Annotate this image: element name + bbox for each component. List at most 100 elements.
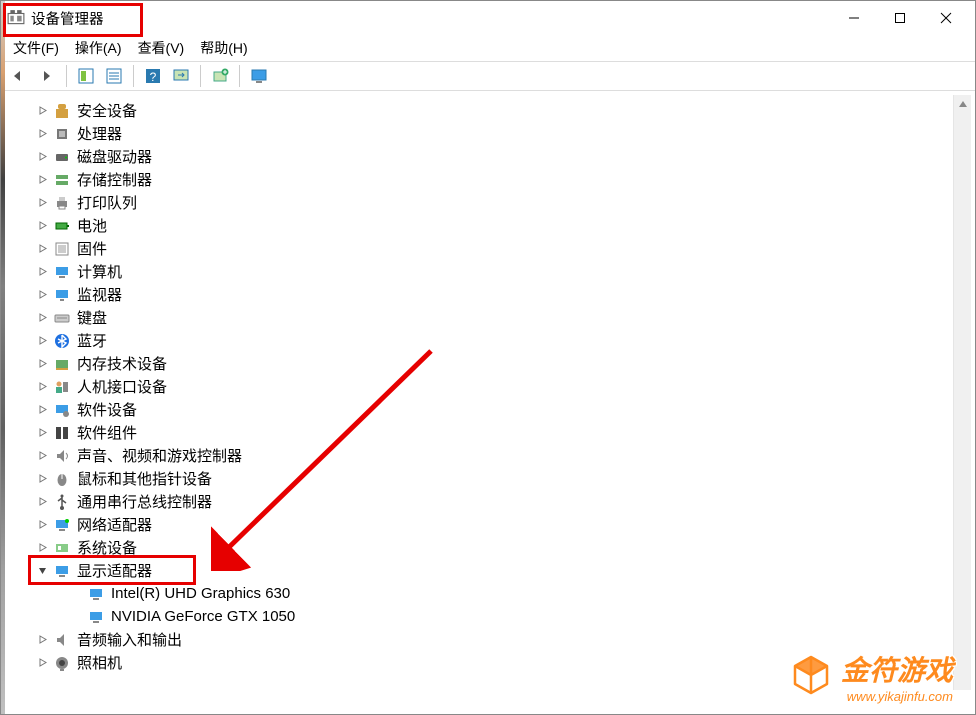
component-icon [53, 424, 71, 442]
menubar: 文件(F) 操作(A) 查看(V) 帮助(H) [1, 35, 975, 61]
toolbar-forward[interactable] [35, 64, 59, 88]
tree-node-label: 音频输入和输出 [77, 629, 182, 650]
security-icon [53, 102, 71, 120]
menu-help[interactable]: 帮助(H) [194, 36, 253, 60]
chevron-down-icon[interactable] [35, 564, 49, 578]
chevron-right-icon[interactable] [35, 219, 49, 233]
chevron-right-icon[interactable] [35, 173, 49, 187]
tree-node[interactable]: 键盘 [5, 306, 971, 329]
chevron-right-icon[interactable] [35, 541, 49, 555]
hid-icon [53, 378, 71, 396]
tree-node[interactable]: 电池 [5, 214, 971, 237]
printer-icon [53, 194, 71, 212]
toolbar-properties[interactable] [102, 64, 126, 88]
menu-action[interactable]: 操作(A) [69, 36, 128, 60]
vertical-scrollbar[interactable] [953, 95, 971, 690]
tree-node[interactable]: 鼠标和其他指针设备 [5, 467, 971, 490]
camera-icon [53, 654, 71, 672]
tree-node[interactable]: 软件组件 [5, 421, 971, 444]
tree-node[interactable]: NVIDIA GeForce GTX 1050 [5, 605, 971, 628]
tree-node[interactable]: Intel(R) UHD Graphics 630 [5, 582, 971, 605]
tree-node[interactable]: 固件 [5, 237, 971, 260]
tree-node-label: 监视器 [77, 284, 122, 305]
memory-icon [53, 355, 71, 373]
chevron-right-icon[interactable] [35, 380, 49, 394]
display-icon [53, 562, 71, 580]
tree-node-label: 电池 [77, 215, 107, 236]
toolbar-separator [133, 65, 134, 87]
tree-node-label: 照相机 [77, 652, 122, 673]
tree-node[interactable]: 存储控制器 [5, 168, 971, 191]
tree-node[interactable]: 软件设备 [5, 398, 971, 421]
chevron-right-icon[interactable] [35, 403, 49, 417]
tree-node[interactable]: 打印队列 [5, 191, 971, 214]
tree-node[interactable]: 人机接口设备 [5, 375, 971, 398]
chevron-right-icon[interactable] [35, 472, 49, 486]
chevron-right-icon[interactable] [35, 127, 49, 141]
toolbar-scan[interactable] [169, 64, 193, 88]
tree-node-label: 蓝牙 [77, 330, 107, 351]
tree-node-label: 软件组件 [77, 422, 137, 443]
close-button[interactable] [923, 2, 969, 34]
tree-node[interactable]: 蓝牙 [5, 329, 971, 352]
chevron-right-icon[interactable] [35, 357, 49, 371]
tree-node[interactable]: 监视器 [5, 283, 971, 306]
scroll-up-icon[interactable] [954, 95, 972, 113]
maximize-button[interactable] [877, 2, 923, 34]
device-tree[interactable]: 安全设备处理器磁盘驱动器存储控制器打印队列电池固件计算机监视器键盘蓝牙内存技术设… [5, 95, 971, 704]
cpu-icon [53, 125, 71, 143]
toolbar-separator [66, 65, 67, 87]
chevron-right-icon[interactable] [35, 426, 49, 440]
chevron-right-icon[interactable] [35, 196, 49, 210]
tree-node[interactable]: 内存技术设备 [5, 352, 971, 375]
tree-node-label: 键盘 [77, 307, 107, 328]
tree-node[interactable]: 照相机 [5, 651, 971, 674]
svg-text:?: ? [150, 70, 157, 84]
tree-node[interactable]: 音频输入和输出 [5, 628, 971, 651]
tree-node-label: 安全设备 [77, 100, 137, 121]
tree-node-label: Intel(R) UHD Graphics 630 [111, 585, 290, 602]
tree-node-label: 存储控制器 [77, 169, 152, 190]
usb-icon [53, 493, 71, 511]
mouse-icon [53, 470, 71, 488]
chevron-right-icon[interactable] [35, 265, 49, 279]
tree-node[interactable]: 磁盘驱动器 [5, 145, 971, 168]
sound-icon [53, 447, 71, 465]
toolbar-show-hide-tree[interactable] [74, 64, 98, 88]
tree-node[interactable]: 计算机 [5, 260, 971, 283]
tree-node-label: 磁盘驱动器 [77, 146, 152, 167]
chevron-right-icon[interactable] [35, 288, 49, 302]
tree-node[interactable]: 声音、视频和游戏控制器 [5, 444, 971, 467]
chevron-right-icon[interactable] [35, 104, 49, 118]
chevron-right-icon[interactable] [35, 518, 49, 532]
toolbar-back[interactable] [7, 64, 31, 88]
software-icon [53, 401, 71, 419]
menu-file[interactable]: 文件(F) [7, 36, 65, 60]
disk-icon [53, 148, 71, 166]
chevron-right-icon[interactable] [35, 495, 49, 509]
chevron-right-icon[interactable] [35, 633, 49, 647]
network-icon [53, 516, 71, 534]
chevron-right-icon[interactable] [35, 449, 49, 463]
toolbar-separator [200, 65, 201, 87]
tree-node-label: 显示适配器 [77, 560, 152, 581]
toolbar-help[interactable]: ? [141, 64, 165, 88]
tree-node[interactable]: 网络适配器 [5, 513, 971, 536]
toolbar-separator [239, 65, 240, 87]
tree-node[interactable]: 系统设备 [5, 536, 971, 559]
tree-node[interactable]: 处理器 [5, 122, 971, 145]
minimize-button[interactable] [831, 2, 877, 34]
display-icon [87, 608, 105, 626]
toolbar-update-driver[interactable] [208, 64, 232, 88]
battery-icon [53, 217, 71, 235]
tree-node[interactable]: 显示适配器 [5, 559, 971, 582]
toolbar-devices-view[interactable] [247, 64, 271, 88]
chevron-right-icon[interactable] [35, 150, 49, 164]
chevron-right-icon[interactable] [35, 242, 49, 256]
tree-node[interactable]: 安全设备 [5, 99, 971, 122]
chevron-right-icon[interactable] [35, 311, 49, 325]
chevron-right-icon[interactable] [35, 334, 49, 348]
tree-node[interactable]: 通用串行总线控制器 [5, 490, 971, 513]
menu-view[interactable]: 查看(V) [132, 36, 191, 60]
chevron-right-icon[interactable] [35, 656, 49, 670]
